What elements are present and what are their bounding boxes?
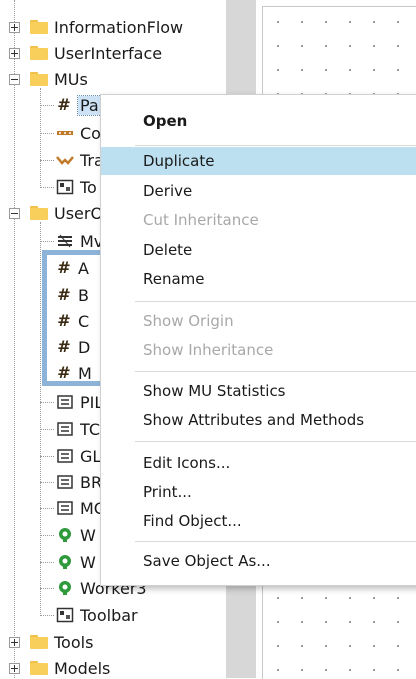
tree-item-label: Toolbar — [80, 605, 138, 625]
folder-icon — [30, 635, 48, 649]
menu-separator — [135, 145, 416, 146]
tree-item-models[interactable]: Models — [30, 655, 110, 678]
toolbar-icon — [56, 607, 74, 623]
tree-connector — [40, 187, 54, 188]
expand-toggle-userinterface[interactable] — [9, 48, 20, 59]
menu-separator — [135, 371, 416, 372]
tree-connector — [40, 222, 41, 616]
menu-separator — [135, 541, 416, 542]
menu-item-print[interactable]: Print... — [101, 478, 416, 506]
tree-item-userinterface[interactable]: UserInterface — [30, 40, 162, 66]
tree-item-label: GL — [80, 446, 102, 466]
expand-toggle-models[interactable] — [9, 663, 20, 674]
tree-connector — [40, 562, 54, 563]
menu-item-show-mu-statistics[interactable]: Show MU Statistics — [101, 377, 416, 405]
tree-connector — [40, 429, 54, 430]
conveyor-icon — [57, 131, 73, 135]
tree-connector — [14, 0, 15, 678]
tree-item-label: UserO — [54, 203, 104, 223]
menu-item-rename[interactable]: Rename — [101, 265, 416, 293]
expand-toggle-informationflow[interactable] — [9, 22, 20, 33]
worker-icon — [59, 528, 71, 542]
tree-connector — [40, 133, 54, 134]
tree-item-label: Co — [80, 123, 101, 143]
tree-connector — [40, 402, 54, 403]
tree-connector — [40, 160, 54, 161]
tree-item-worker1[interactable]: W — [56, 522, 96, 548]
toolbar-icon — [56, 179, 74, 195]
transporter-icon — [56, 156, 74, 165]
list-icon — [57, 449, 73, 463]
tree-connector — [40, 535, 54, 536]
tree-item-label: To — [80, 177, 97, 197]
menu-item-show-inheritance: Show Inheritance — [143, 341, 274, 359]
folder-icon — [30, 20, 48, 34]
context-menu: Open Duplicate Derive Cut Inheritance De… — [100, 94, 416, 586]
menu-item-show-origin: Show Origin — [143, 312, 234, 330]
tree-connector — [40, 456, 54, 457]
collapse-toggle-userobjects[interactable] — [9, 208, 20, 219]
tree-connector — [40, 88, 41, 188]
selection-highlight-box — [42, 250, 106, 386]
expand-toggle-tools[interactable] — [9, 637, 20, 648]
tree-connector — [40, 588, 54, 589]
tree-item-label: UserInterface — [54, 43, 163, 63]
tree-item-transporter[interactable]: Tra — [56, 147, 104, 173]
menu-item-edit-icons[interactable]: Edit Icons... — [101, 449, 416, 477]
menu-item-delete[interactable]: Delete — [101, 236, 416, 264]
menu-item-open[interactable]: Open — [101, 107, 416, 135]
mu-hash-icon: # — [57, 95, 71, 114]
list-icon — [57, 422, 73, 436]
worker-icon — [59, 555, 71, 569]
menu-separator — [135, 301, 416, 302]
menu-separator — [135, 441, 416, 442]
tree-item-label: MUs — [54, 69, 88, 89]
tree-connector — [40, 482, 54, 483]
tree-item-label: W — [80, 525, 96, 545]
tree-item-worker2[interactable]: W — [56, 549, 96, 575]
tree-item-userobjects[interactable]: UserO — [30, 200, 103, 226]
tree-item-tools[interactable]: Tools — [30, 629, 93, 655]
menu-item-derive[interactable]: Derive — [101, 177, 416, 205]
list-icon — [57, 475, 73, 489]
tree-item-conveyor[interactable]: Co — [56, 120, 101, 146]
tree-item-pal[interactable]: # Pal — [56, 92, 107, 118]
tree-item-label: TC — [80, 419, 101, 439]
tree-item-label: BR — [80, 472, 103, 492]
tree-item-mc[interactable]: MC — [56, 495, 105, 521]
tree-item-label: Models — [54, 658, 111, 678]
tree-connector — [40, 615, 54, 616]
menu-item-cut-inheritance: Cut Inheritance — [143, 211, 259, 229]
tree-item-label: InformationFlow — [54, 17, 184, 37]
tree-item-toolbar[interactable]: Toolbar — [56, 602, 138, 628]
tree-item-pil[interactable]: PIL — [56, 389, 103, 415]
menu-item-save-object-as[interactable]: Save Object As... — [101, 547, 416, 575]
folder-icon — [30, 46, 48, 60]
menu-item-find-object[interactable]: Find Object... — [101, 507, 416, 535]
tree-item-gl[interactable]: GL — [56, 443, 101, 469]
tree-connector — [40, 241, 54, 242]
menu-item-duplicate[interactable]: Duplicate — [101, 147, 416, 175]
tree-item-mus[interactable]: MUs — [30, 66, 88, 92]
list-icon — [57, 501, 73, 515]
tree-item-informationflow[interactable]: InformationFlow — [30, 14, 183, 40]
folder-icon — [30, 206, 48, 220]
collapse-toggle-mus[interactable] — [9, 74, 20, 85]
worker-icon — [59, 581, 71, 595]
tree-item-toolbar-mus[interactable]: To — [56, 174, 97, 200]
tree-item-br[interactable]: BR — [56, 469, 102, 495]
folder-icon — [30, 72, 48, 86]
tree-item-label: Tools — [54, 632, 94, 652]
menu-item-show-attributes-methods[interactable]: Show Attributes and Methods — [101, 406, 416, 434]
tree-connector — [40, 105, 54, 106]
list-icon — [57, 395, 73, 409]
tree-connector — [40, 508, 54, 509]
folder-icon — [30, 661, 48, 675]
tree-item-label: W — [80, 552, 96, 572]
layers-icon — [58, 234, 72, 248]
tree-item-tc[interactable]: TC — [56, 416, 100, 442]
